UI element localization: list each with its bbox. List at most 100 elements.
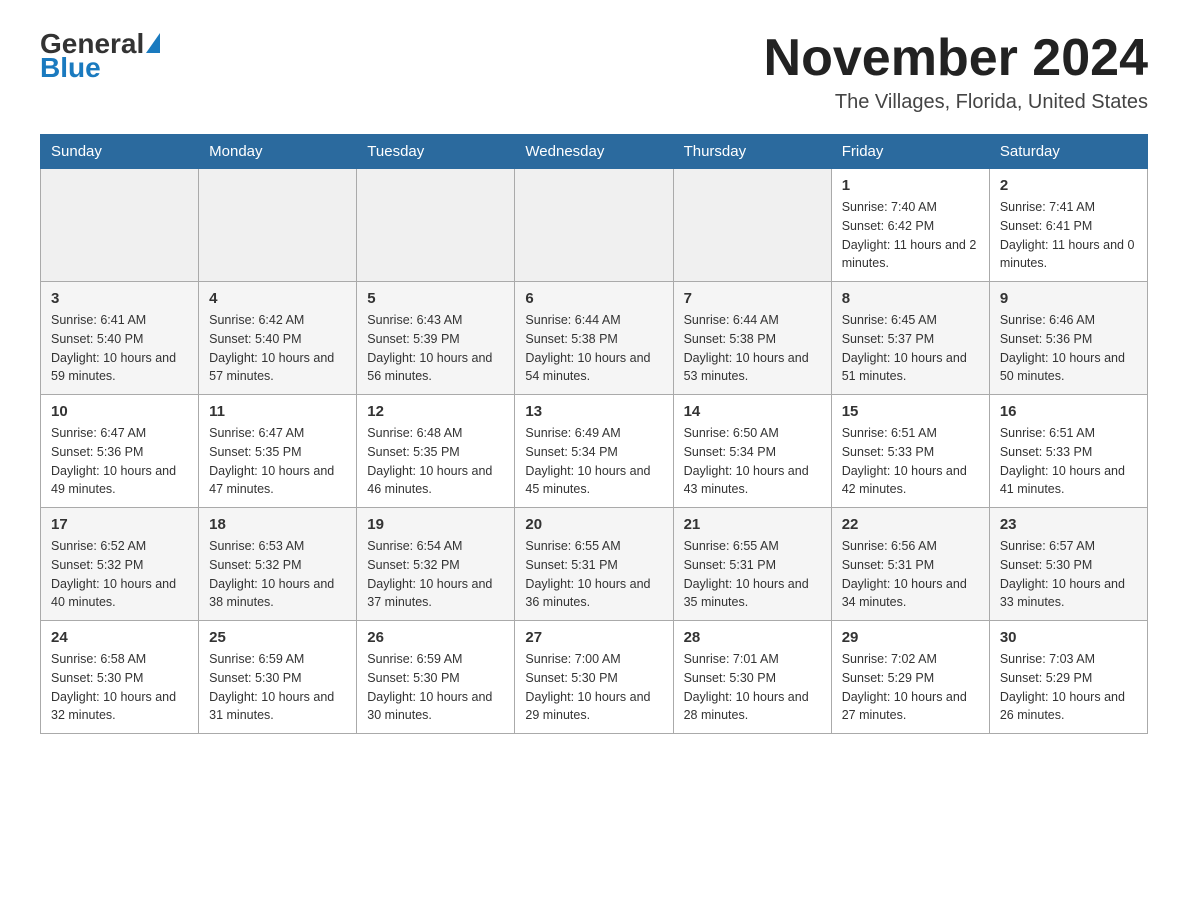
day-number: 7 — [684, 290, 821, 307]
day-info: Sunrise: 6:47 AM Sunset: 5:36 PM Dayligh… — [51, 424, 188, 499]
day-info: Sunrise: 7:02 AM Sunset: 5:29 PM Dayligh… — [842, 650, 979, 725]
day-number: 27 — [525, 629, 662, 646]
day-number: 6 — [525, 290, 662, 307]
day-info: Sunrise: 7:01 AM Sunset: 5:30 PM Dayligh… — [684, 650, 821, 725]
day-number: 8 — [842, 290, 979, 307]
day-number: 24 — [51, 629, 188, 646]
day-number: 15 — [842, 403, 979, 420]
calendar-cell: 6 Sunrise: 6:44 AM Sunset: 5:38 PM Daylig… — [515, 282, 673, 395]
logo: General Blue — [40, 30, 160, 82]
weekday-header-monday: Monday — [199, 135, 357, 169]
calendar-cell: 17Sunrise: 6:52 AM Sunset: 5:32 PM Dayli… — [41, 508, 199, 621]
calendar-row: 1Sunrise: 7:40 AM Sunset: 6:42 PM Daylig… — [41, 169, 1148, 282]
day-info: Sunrise: 7:00 AM Sunset: 5:30 PM Dayligh… — [525, 650, 662, 725]
calendar-cell: 15 Sunrise: 6:51 AM Sunset: 5:33 PM Dayli… — [831, 395, 989, 508]
day-number: 14 — [684, 403, 821, 420]
calendar-cell: 12 Sunrise: 6:48 AM Sunset: 5:35 PM Dayli… — [357, 395, 515, 508]
calendar-cell: 19 Sunrise: 6:54 AM Sunset: 5:32 PM Dayli… — [357, 508, 515, 621]
calendar-cell: 27 Sunrise: 7:00 AM Sunset: 5:30 PM Dayli… — [515, 621, 673, 734]
calendar-cell: 23 Sunrise: 6:57 AM Sunset: 5:30 PM Dayli… — [989, 508, 1147, 621]
day-number: 22 — [842, 516, 979, 533]
day-info: Sunrise: 6:57 AM Sunset: 5:30 PM Dayligh… — [1000, 537, 1137, 612]
day-info: Sunrise: 6:49 AM Sunset: 5:34 PM Dayligh… — [525, 424, 662, 499]
calendar-cell: 16 Sunrise: 6:51 AM Sunset: 5:33 PM Dayli… — [989, 395, 1147, 508]
day-number: 1 — [842, 177, 979, 194]
calendar-cell: 9 Sunrise: 6:46 AM Sunset: 5:36 PM Daylig… — [989, 282, 1147, 395]
calendar-cell: 26 Sunrise: 6:59 AM Sunset: 5:30 PM Dayli… — [357, 621, 515, 734]
calendar-cell: 29 Sunrise: 7:02 AM Sunset: 5:29 PM Dayli… — [831, 621, 989, 734]
day-number: 23 — [1000, 516, 1137, 533]
day-info: Sunrise: 6:51 AM Sunset: 5:33 PM Dayligh… — [842, 424, 979, 499]
day-number: 16 — [1000, 403, 1137, 420]
day-info: Sunrise: 6:42 AM Sunset: 5:40 PM Dayligh… — [209, 311, 346, 386]
day-info: Sunrise: 6:43 AM Sunset: 5:39 PM Dayligh… — [367, 311, 504, 386]
calendar-cell: 5 Sunrise: 6:43 AM Sunset: 5:39 PM Daylig… — [357, 282, 515, 395]
weekday-header-tuesday: Tuesday — [357, 135, 515, 169]
weekday-header-saturday: Saturday — [989, 135, 1147, 169]
day-info: Sunrise: 6:55 AM Sunset: 5:31 PM Dayligh… — [684, 537, 821, 612]
day-number: 4 — [209, 290, 346, 307]
day-number: 19 — [367, 516, 504, 533]
day-number: 10 — [51, 403, 188, 420]
calendar-cell: 10 Sunrise: 6:47 AM Sunset: 5:36 PM Dayli… — [41, 395, 199, 508]
day-number: 18 — [209, 516, 346, 533]
day-number: 28 — [684, 629, 821, 646]
calendar-row: 3 Sunrise: 6:41 AM Sunset: 5:40 PM Daylig… — [41, 282, 1148, 395]
weekday-header-thursday: Thursday — [673, 135, 831, 169]
day-info: Sunrise: 6:50 AM Sunset: 5:34 PM Dayligh… — [684, 424, 821, 499]
title-block: November 2024 The Villages, Florida, Uni… — [764, 30, 1148, 114]
day-number: 25 — [209, 629, 346, 646]
weekday-header-wednesday: Wednesday — [515, 135, 673, 169]
day-number: 3 — [51, 290, 188, 307]
weekday-header-sunday: Sunday — [41, 135, 199, 169]
calendar-cell: 13Sunrise: 6:49 AM Sunset: 5:34 PM Dayli… — [515, 395, 673, 508]
logo-triangle-icon — [146, 33, 160, 53]
calendar-cell: 2 Sunrise: 7:41 AM Sunset: 6:41 PM Daylig… — [989, 169, 1147, 282]
day-info: Sunrise: 6:56 AM Sunset: 5:31 PM Dayligh… — [842, 537, 979, 612]
day-info: Sunrise: 6:44 AM Sunset: 5:38 PM Dayligh… — [684, 311, 821, 386]
day-info: Sunrise: 6:59 AM Sunset: 5:30 PM Dayligh… — [209, 650, 346, 725]
day-number: 11 — [209, 403, 346, 420]
calendar-cell: 20Sunrise: 6:55 AM Sunset: 5:31 PM Dayli… — [515, 508, 673, 621]
day-info: Sunrise: 6:48 AM Sunset: 5:35 PM Dayligh… — [367, 424, 504, 499]
calendar-row: 24Sunrise: 6:58 AM Sunset: 5:30 PM Dayli… — [41, 621, 1148, 734]
day-info: Sunrise: 6:41 AM Sunset: 5:40 PM Dayligh… — [51, 311, 188, 386]
day-info: Sunrise: 6:59 AM Sunset: 5:30 PM Dayligh… — [367, 650, 504, 725]
day-info: Sunrise: 6:45 AM Sunset: 5:37 PM Dayligh… — [842, 311, 979, 386]
day-number: 9 — [1000, 290, 1137, 307]
calendar-table: SundayMondayTuesdayWednesdayThursdayFrid… — [40, 134, 1148, 734]
calendar-cell: 14 Sunrise: 6:50 AM Sunset: 5:34 PM Dayli… — [673, 395, 831, 508]
calendar-cell: 25 Sunrise: 6:59 AM Sunset: 5:30 PM Dayli… — [199, 621, 357, 734]
month-title: November 2024 — [764, 30, 1148, 87]
weekday-header-friday: Friday — [831, 135, 989, 169]
calendar-cell: 8 Sunrise: 6:45 AM Sunset: 5:37 PM Daylig… — [831, 282, 989, 395]
calendar-cell: 22 Sunrise: 6:56 AM Sunset: 5:31 PM Dayli… — [831, 508, 989, 621]
day-info: Sunrise: 6:46 AM Sunset: 5:36 PM Dayligh… — [1000, 311, 1137, 386]
calendar-cell: 21 Sunrise: 6:55 AM Sunset: 5:31 PM Dayli… — [673, 508, 831, 621]
calendar-cell: 28 Sunrise: 7:01 AM Sunset: 5:30 PM Dayli… — [673, 621, 831, 734]
calendar-cell: 18Sunrise: 6:53 AM Sunset: 5:32 PM Dayli… — [199, 508, 357, 621]
weekday-header-row: SundayMondayTuesdayWednesdayThursdayFrid… — [41, 135, 1148, 169]
day-info: Sunrise: 6:55 AM Sunset: 5:31 PM Dayligh… — [525, 537, 662, 612]
day-number: 29 — [842, 629, 979, 646]
day-info: Sunrise: 6:52 AM Sunset: 5:32 PM Dayligh… — [51, 537, 188, 612]
day-info: Sunrise: 6:54 AM Sunset: 5:32 PM Dayligh… — [367, 537, 504, 612]
day-info: Sunrise: 6:47 AM Sunset: 5:35 PM Dayligh… — [209, 424, 346, 499]
day-number: 26 — [367, 629, 504, 646]
calendar-row: 10 Sunrise: 6:47 AM Sunset: 5:36 PM Dayli… — [41, 395, 1148, 508]
day-info: Sunrise: 7:41 AM Sunset: 6:41 PM Dayligh… — [1000, 198, 1137, 273]
day-info: Sunrise: 6:44 AM Sunset: 5:38 PM Dayligh… — [525, 311, 662, 386]
calendar-cell — [41, 169, 199, 282]
day-info: Sunrise: 6:51 AM Sunset: 5:33 PM Dayligh… — [1000, 424, 1137, 499]
calendar-cell — [357, 169, 515, 282]
day-number: 5 — [367, 290, 504, 307]
day-number: 30 — [1000, 629, 1137, 646]
day-number: 2 — [1000, 177, 1137, 194]
calendar-cell: 7 Sunrise: 6:44 AM Sunset: 5:38 PM Daylig… — [673, 282, 831, 395]
location-subtitle: The Villages, Florida, United States — [764, 91, 1148, 114]
calendar-cell: 30Sunrise: 7:03 AM Sunset: 5:29 PM Dayli… — [989, 621, 1147, 734]
calendar-cell: 11 Sunrise: 6:47 AM Sunset: 5:35 PM Dayli… — [199, 395, 357, 508]
day-number: 12 — [367, 403, 504, 420]
calendar-cell: 3 Sunrise: 6:41 AM Sunset: 5:40 PM Daylig… — [41, 282, 199, 395]
day-number: 21 — [684, 516, 821, 533]
